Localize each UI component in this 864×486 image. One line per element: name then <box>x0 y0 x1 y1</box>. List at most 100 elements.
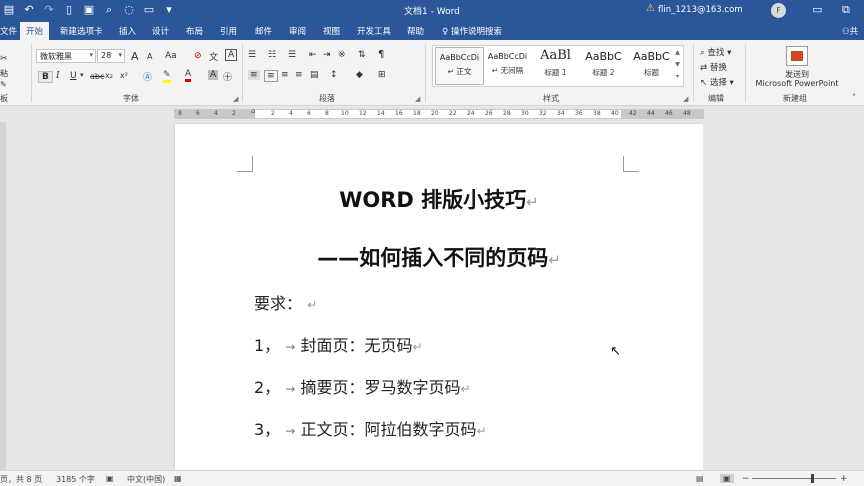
language[interactable]: 中文(中国) <box>127 474 165 485</box>
doc-list-item[interactable]: 1， → 封面页：无页码↵ <box>254 332 423 356</box>
powerpoint-label[interactable]: Microsoft PowerPoint <box>755 79 839 88</box>
select-button[interactable]: ↖ 选择 ▾ <box>700 76 734 88</box>
align-left-icon[interactable]: ≡ <box>248 70 260 80</box>
doc-list-item[interactable]: 3， → 正文页：阿拉伯数字页码↵ <box>254 416 487 440</box>
word-count[interactable]: 3185 个字 <box>56 474 95 485</box>
undo-icon[interactable]: ↶ <box>22 3 36 17</box>
print-preview-icon[interactable]: ⌕ <box>102 3 116 17</box>
show-marks-icon[interactable]: ¶ <box>378 49 384 60</box>
styles-scroll[interactable]: ▲ ▼ ▾ <box>673 47 682 83</box>
zoom-in-icon[interactable]: + <box>840 474 848 484</box>
warning-icon[interactable]: ⚠ <box>646 3 655 14</box>
print-layout-icon[interactable]: ▣ <box>720 474 734 483</box>
sort-icon[interactable]: ⇅ <box>358 50 366 60</box>
doc-title[interactable]: WORD 排版小技巧↵ <box>175 184 703 214</box>
tab-layout[interactable]: 布局 <box>186 25 203 37</box>
underline-button[interactable]: U <box>70 71 77 81</box>
macro-record-icon[interactable]: ▦ <box>174 474 182 483</box>
highlight-icon[interactable]: ✎ <box>163 70 171 83</box>
tab-design[interactable]: 设计 <box>152 25 169 37</box>
shading-icon[interactable]: ◆ <box>356 70 363 80</box>
tell-me-search[interactable]: ♀ 操作说明搜索 <box>442 25 502 37</box>
grow-font-button[interactable]: A <box>131 50 139 63</box>
tab-mailings[interactable]: 邮件 <box>255 25 272 37</box>
font-color-button[interactable]: A <box>185 69 192 82</box>
borders-icon[interactable]: ⊞ <box>378 70 386 80</box>
increase-indent-icon[interactable]: ⇥ <box>323 50 331 60</box>
align-center-icon[interactable]: ≡ <box>264 70 278 82</box>
spelling-icon[interactable]: ▣ <box>106 474 114 483</box>
tab-references[interactable]: 引用 <box>220 25 237 37</box>
font-dialog-launcher-icon[interactable]: ◢ <box>233 95 238 103</box>
format-painter-icon[interactable]: ✎ <box>0 80 7 89</box>
customize-qat-icon[interactable]: ▾ <box>162 3 176 17</box>
font-size-select[interactable]: 28 ▾ <box>97 49 125 63</box>
account-name[interactable]: flin_1213@163.com <box>658 5 743 15</box>
bold-button[interactable]: B <box>38 71 53 83</box>
cut-icon[interactable]: ✂ <box>0 54 8 64</box>
tab-review[interactable]: 审阅 <box>289 25 306 37</box>
subscript-button[interactable]: x₂ <box>105 71 113 80</box>
page-count[interactable]: 页，共 8 页 <box>0 474 42 485</box>
save-icon[interactable]: ▣ <box>82 3 96 17</box>
change-case-button[interactable]: Aa <box>165 51 177 61</box>
italic-button[interactable]: I <box>56 71 60 81</box>
distributed-icon[interactable]: ▤ <box>310 70 319 80</box>
shrink-font-button[interactable]: A <box>147 52 152 61</box>
chevron-down-icon[interactable]: ▼ <box>673 59 682 71</box>
zoom-slider[interactable] <box>752 478 836 479</box>
chinese-layout-icon[interactable]: ※ <box>338 50 346 60</box>
tab-help[interactable]: 帮助 <box>407 25 424 37</box>
bullets-icon[interactable]: ☰ <box>248 50 256 60</box>
style-title[interactable]: AaBbC 标题 <box>627 47 676 85</box>
ribbon-display-icon[interactable]: ▭ <box>812 3 822 16</box>
redo-icon[interactable]: ↷ <box>42 3 56 17</box>
style-no-spacing[interactable]: AaBbCcDi ↵ 无间隔 <box>483 47 532 85</box>
styles-dialog-launcher-icon[interactable]: ◢ <box>683 95 688 103</box>
powerpoint-icon[interactable] <box>786 46 808 66</box>
style-normal[interactable]: AaBbCcDi ↵ 正文 <box>435 47 484 85</box>
zoom-slider-thumb[interactable] <box>811 474 814 483</box>
char-shading-icon[interactable]: A <box>208 70 219 80</box>
tab-new-tab[interactable]: 新建选项卡 <box>60 25 103 37</box>
read-mode-icon[interactable]: ▤ <box>696 474 704 483</box>
char-border-button[interactable]: A <box>225 49 238 61</box>
superscript-button[interactable]: x² <box>120 71 128 80</box>
doc-requirement[interactable]: 要求： ↵ <box>254 290 317 314</box>
collapse-ribbon-icon[interactable]: ˄ <box>852 93 856 102</box>
horizontal-ruler[interactable]: 8 6 4 2 2 4 6 8 10 12 14 16 18 20 22 24 … <box>0 106 864 122</box>
quick-print-icon[interactable]: ◌ <box>122 3 136 17</box>
justify-icon[interactable]: ≡ <box>295 70 303 80</box>
phonetic-guide-button[interactable]: 文 <box>209 50 218 63</box>
enclose-char-icon[interactable]: ㊉ <box>223 70 232 83</box>
paste-label[interactable]: 粘 <box>0 68 8 79</box>
new-doc-icon[interactable]: ▯ <box>62 3 76 17</box>
tab-file[interactable]: 文件 <box>0 25 17 37</box>
style-heading-2[interactable]: AaBbC 标题 2 <box>579 47 628 85</box>
open-icon[interactable]: ▭ <box>142 3 156 17</box>
restore-icon[interactable]: ⧉ <box>842 3 850 17</box>
tab-view[interactable]: 视图 <box>323 25 340 37</box>
share-button[interactable]: ⚇共 <box>842 25 858 37</box>
clear-format-icon[interactable]: ⊘ <box>194 51 202 61</box>
chevron-down-icon[interactable]: ▾ <box>80 71 84 79</box>
strikethrough-button[interactable]: abc <box>90 72 104 81</box>
numbering-icon[interactable]: ☷ <box>268 50 276 60</box>
document-page[interactable]: WORD 排版小技巧↵ ——如何插入不同的页码↵ 要求： ↵ 1， → 封面页：… <box>175 124 703 470</box>
more-icon[interactable]: ▾ <box>673 71 682 83</box>
tab-home[interactable]: 开始 <box>20 22 50 40</box>
multilevel-list-icon[interactable]: ☰ <box>288 50 296 60</box>
line-spacing-icon[interactable]: ↕ <box>330 70 338 80</box>
tab-insert[interactable]: 插入 <box>119 25 136 37</box>
find-button[interactable]: ⌕ 查找 ▾ <box>700 46 731 58</box>
align-right-icon[interactable]: ≡ <box>281 70 289 80</box>
tab-developer[interactable]: 开发工具 <box>357 25 391 37</box>
text-effects-icon[interactable]: Ⓐ <box>143 70 152 83</box>
paragraph-dialog-launcher-icon[interactable]: ◢ <box>415 95 420 103</box>
chevron-up-icon[interactable]: ▲ <box>673 47 682 59</box>
doc-list-item[interactable]: 2， → 摘要页：罗马数字页码↵ <box>254 374 471 398</box>
avatar[interactable]: F <box>771 3 786 18</box>
doc-subtitle[interactable]: ——如何插入不同的页码↵ <box>175 242 703 272</box>
zoom-out-icon[interactable]: − <box>742 474 750 484</box>
decrease-indent-icon[interactable]: ⇤ <box>309 50 317 60</box>
